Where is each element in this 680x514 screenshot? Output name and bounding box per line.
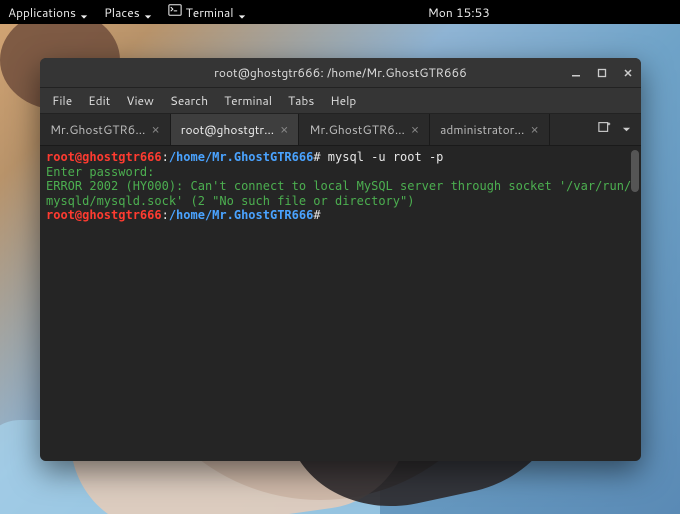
close-icon[interactable]: × <box>411 121 419 139</box>
clock[interactable]: Mon 15:53 <box>428 4 490 21</box>
places-label: Places <box>104 4 140 21</box>
prompt-sep: : <box>162 208 169 222</box>
maximize-button[interactable] <box>595 66 609 80</box>
tab-3[interactable]: Mr.GhostGTR6… × <box>299 114 430 145</box>
prompt-hash: # <box>313 150 320 164</box>
window-title: root@ghostgtr666: /home/Mr.GhostGTR666 <box>214 64 467 81</box>
terminal-window: root@ghostgtr666: /home/Mr.GhostGTR666 F… <box>40 58 641 461</box>
terminal-output[interactable]: root@ghostgtr666:/home/Mr.GhostGTR666# m… <box>40 146 641 461</box>
menu-view[interactable]: View <box>126 92 154 109</box>
chevron-down-icon <box>238 8 246 16</box>
tab-dropdown-button[interactable] <box>622 121 631 139</box>
chevron-down-icon <box>80 8 88 16</box>
window-titlebar[interactable]: root@ghostgtr666: /home/Mr.GhostGTR666 <box>40 58 641 88</box>
close-icon[interactable]: × <box>280 121 288 139</box>
tab-label: Mr.GhostGTR6… <box>309 121 405 138</box>
prompt-path: /home/Mr.GhostGTR666 <box>169 208 314 222</box>
new-tab-button[interactable] <box>598 120 612 139</box>
prompt-hash: # <box>313 208 320 222</box>
output-line: Enter password: <box>46 165 154 179</box>
tab-label: administrator… <box>440 121 524 138</box>
gnome-top-bar: Applications Places Terminal Mon 15:53 <box>0 0 680 24</box>
tab-label: root@ghostgtr… <box>181 121 274 138</box>
prompt-sep: : <box>162 150 169 164</box>
active-app-label: Terminal <box>186 4 234 21</box>
applications-menu[interactable]: Applications <box>8 4 88 21</box>
close-button[interactable] <box>621 66 635 80</box>
prompt-path: /home/Mr.GhostGTR666 <box>169 150 314 164</box>
tab-1[interactable]: Mr.GhostGTR6… × <box>40 114 171 145</box>
terminal-menubar: File Edit View Search Terminal Tabs Help <box>40 88 641 114</box>
close-icon[interactable]: × <box>530 121 538 139</box>
prompt-user-host: root@ghostgtr666 <box>46 208 162 222</box>
tab-label: Mr.GhostGTR6… <box>50 121 146 138</box>
places-menu[interactable]: Places <box>104 4 152 21</box>
menu-search[interactable]: Search <box>170 92 208 109</box>
menu-help[interactable]: Help <box>330 92 356 109</box>
applications-label: Applications <box>8 4 76 21</box>
menu-file[interactable]: File <box>52 92 72 109</box>
command-text: mysql -u root -p <box>328 150 444 164</box>
terminal-icon <box>168 3 182 21</box>
menu-tabs[interactable]: Tabs <box>288 92 314 109</box>
close-icon[interactable]: × <box>152 121 160 139</box>
output-error: ERROR 2002 (HY000): Can't connect to loc… <box>46 179 631 208</box>
chevron-down-icon <box>144 8 152 16</box>
menu-edit[interactable]: Edit <box>88 92 110 109</box>
prompt-user-host: root@ghostgtr666 <box>46 150 162 164</box>
menu-terminal[interactable]: Terminal <box>224 92 272 109</box>
minimize-button[interactable] <box>569 66 583 80</box>
active-app-indicator[interactable]: Terminal <box>168 3 246 21</box>
terminal-tabbar: Mr.GhostGTR6… × root@ghostgtr… × Mr.Ghos… <box>40 114 641 146</box>
tab-2[interactable]: root@ghostgtr… × <box>171 114 300 145</box>
scrollbar[interactable] <box>631 150 639 192</box>
tab-4[interactable]: administrator… × <box>430 114 550 145</box>
